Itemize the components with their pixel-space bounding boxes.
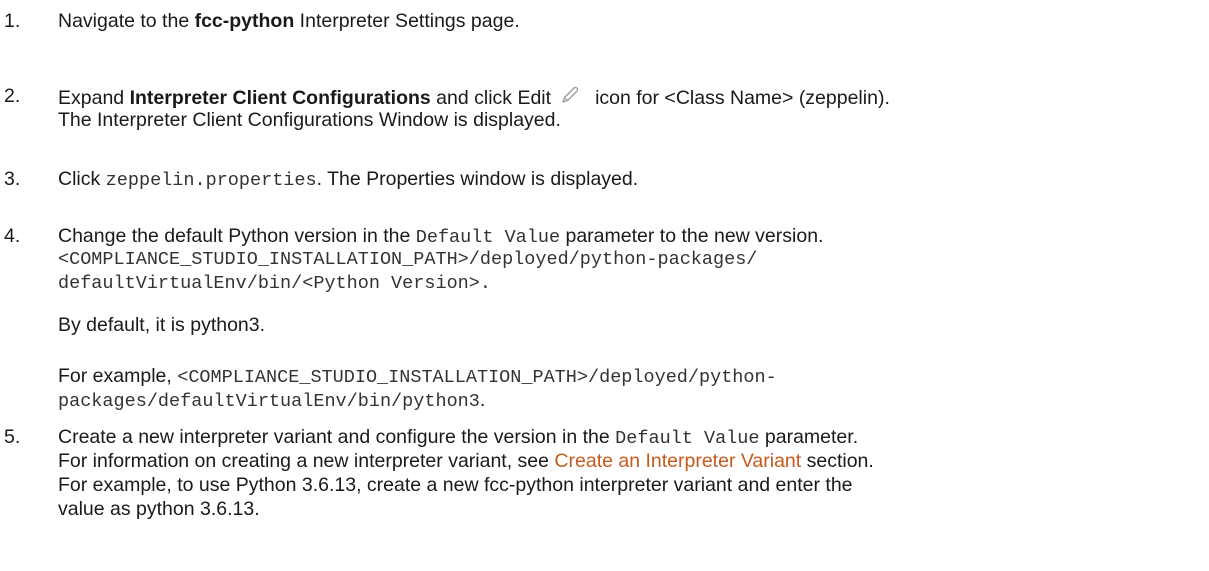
step-text: Click zeppelin.properties. The Propertie… <box>58 168 639 191</box>
default-note: By default, it is python3. <box>58 314 266 336</box>
example-path-code: <COMPLIANCE_STUDIO_INSTALLATION_PATH>/de… <box>177 367 777 388</box>
step-number: 3. <box>4 168 21 190</box>
path-code-line-1: <COMPLIANCE_STUDIO_INSTALLATION_PATH>/de… <box>58 249 758 270</box>
example-path-code-continued: packages/defaultVirtualEnv/bin/python3 <box>58 391 480 412</box>
parameter-code: Default Value <box>615 428 760 449</box>
example-line-1: For example, <COMPLIANCE_STUDIO_INSTALLA… <box>58 365 777 388</box>
step-text-line-2: For information on creating a new interp… <box>58 450 874 472</box>
example-line-2: packages/defaultVirtualEnv/bin/python3. <box>58 389 486 412</box>
step-number: 5. <box>4 426 21 448</box>
properties-file-code: zeppelin.properties <box>105 170 317 191</box>
step-text: Create a new interpreter variant and con… <box>58 426 859 449</box>
step-text-line-2: The Interpreter Client Configurations Wi… <box>58 109 561 131</box>
step-number: 2. <box>4 85 21 107</box>
parameter-code: Default Value <box>415 227 561 248</box>
step-text-line-3: For example, to use Python 3.6.13, creat… <box>58 474 853 496</box>
step-text: Navigate to the fcc-python Interpreter S… <box>58 10 520 32</box>
create-interpreter-variant-link[interactable]: Create an Interpreter Variant <box>554 450 801 472</box>
step-number: 1. <box>4 10 21 32</box>
step-number: 4. <box>4 225 21 247</box>
interpreter-name: fcc-python <box>194 10 295 32</box>
step-text-line-4: value as python 3.6.13. <box>58 498 260 520</box>
path-code-line-2: defaultVirtualEnv/bin/<Python Version>. <box>58 273 491 294</box>
step-text: Expand Interpreter Client Configurations… <box>58 84 890 110</box>
pencil-icon <box>559 84 581 106</box>
step-text: Change the default Python version in the… <box>58 225 824 248</box>
section-name: Interpreter Client Configurations <box>129 87 431 109</box>
